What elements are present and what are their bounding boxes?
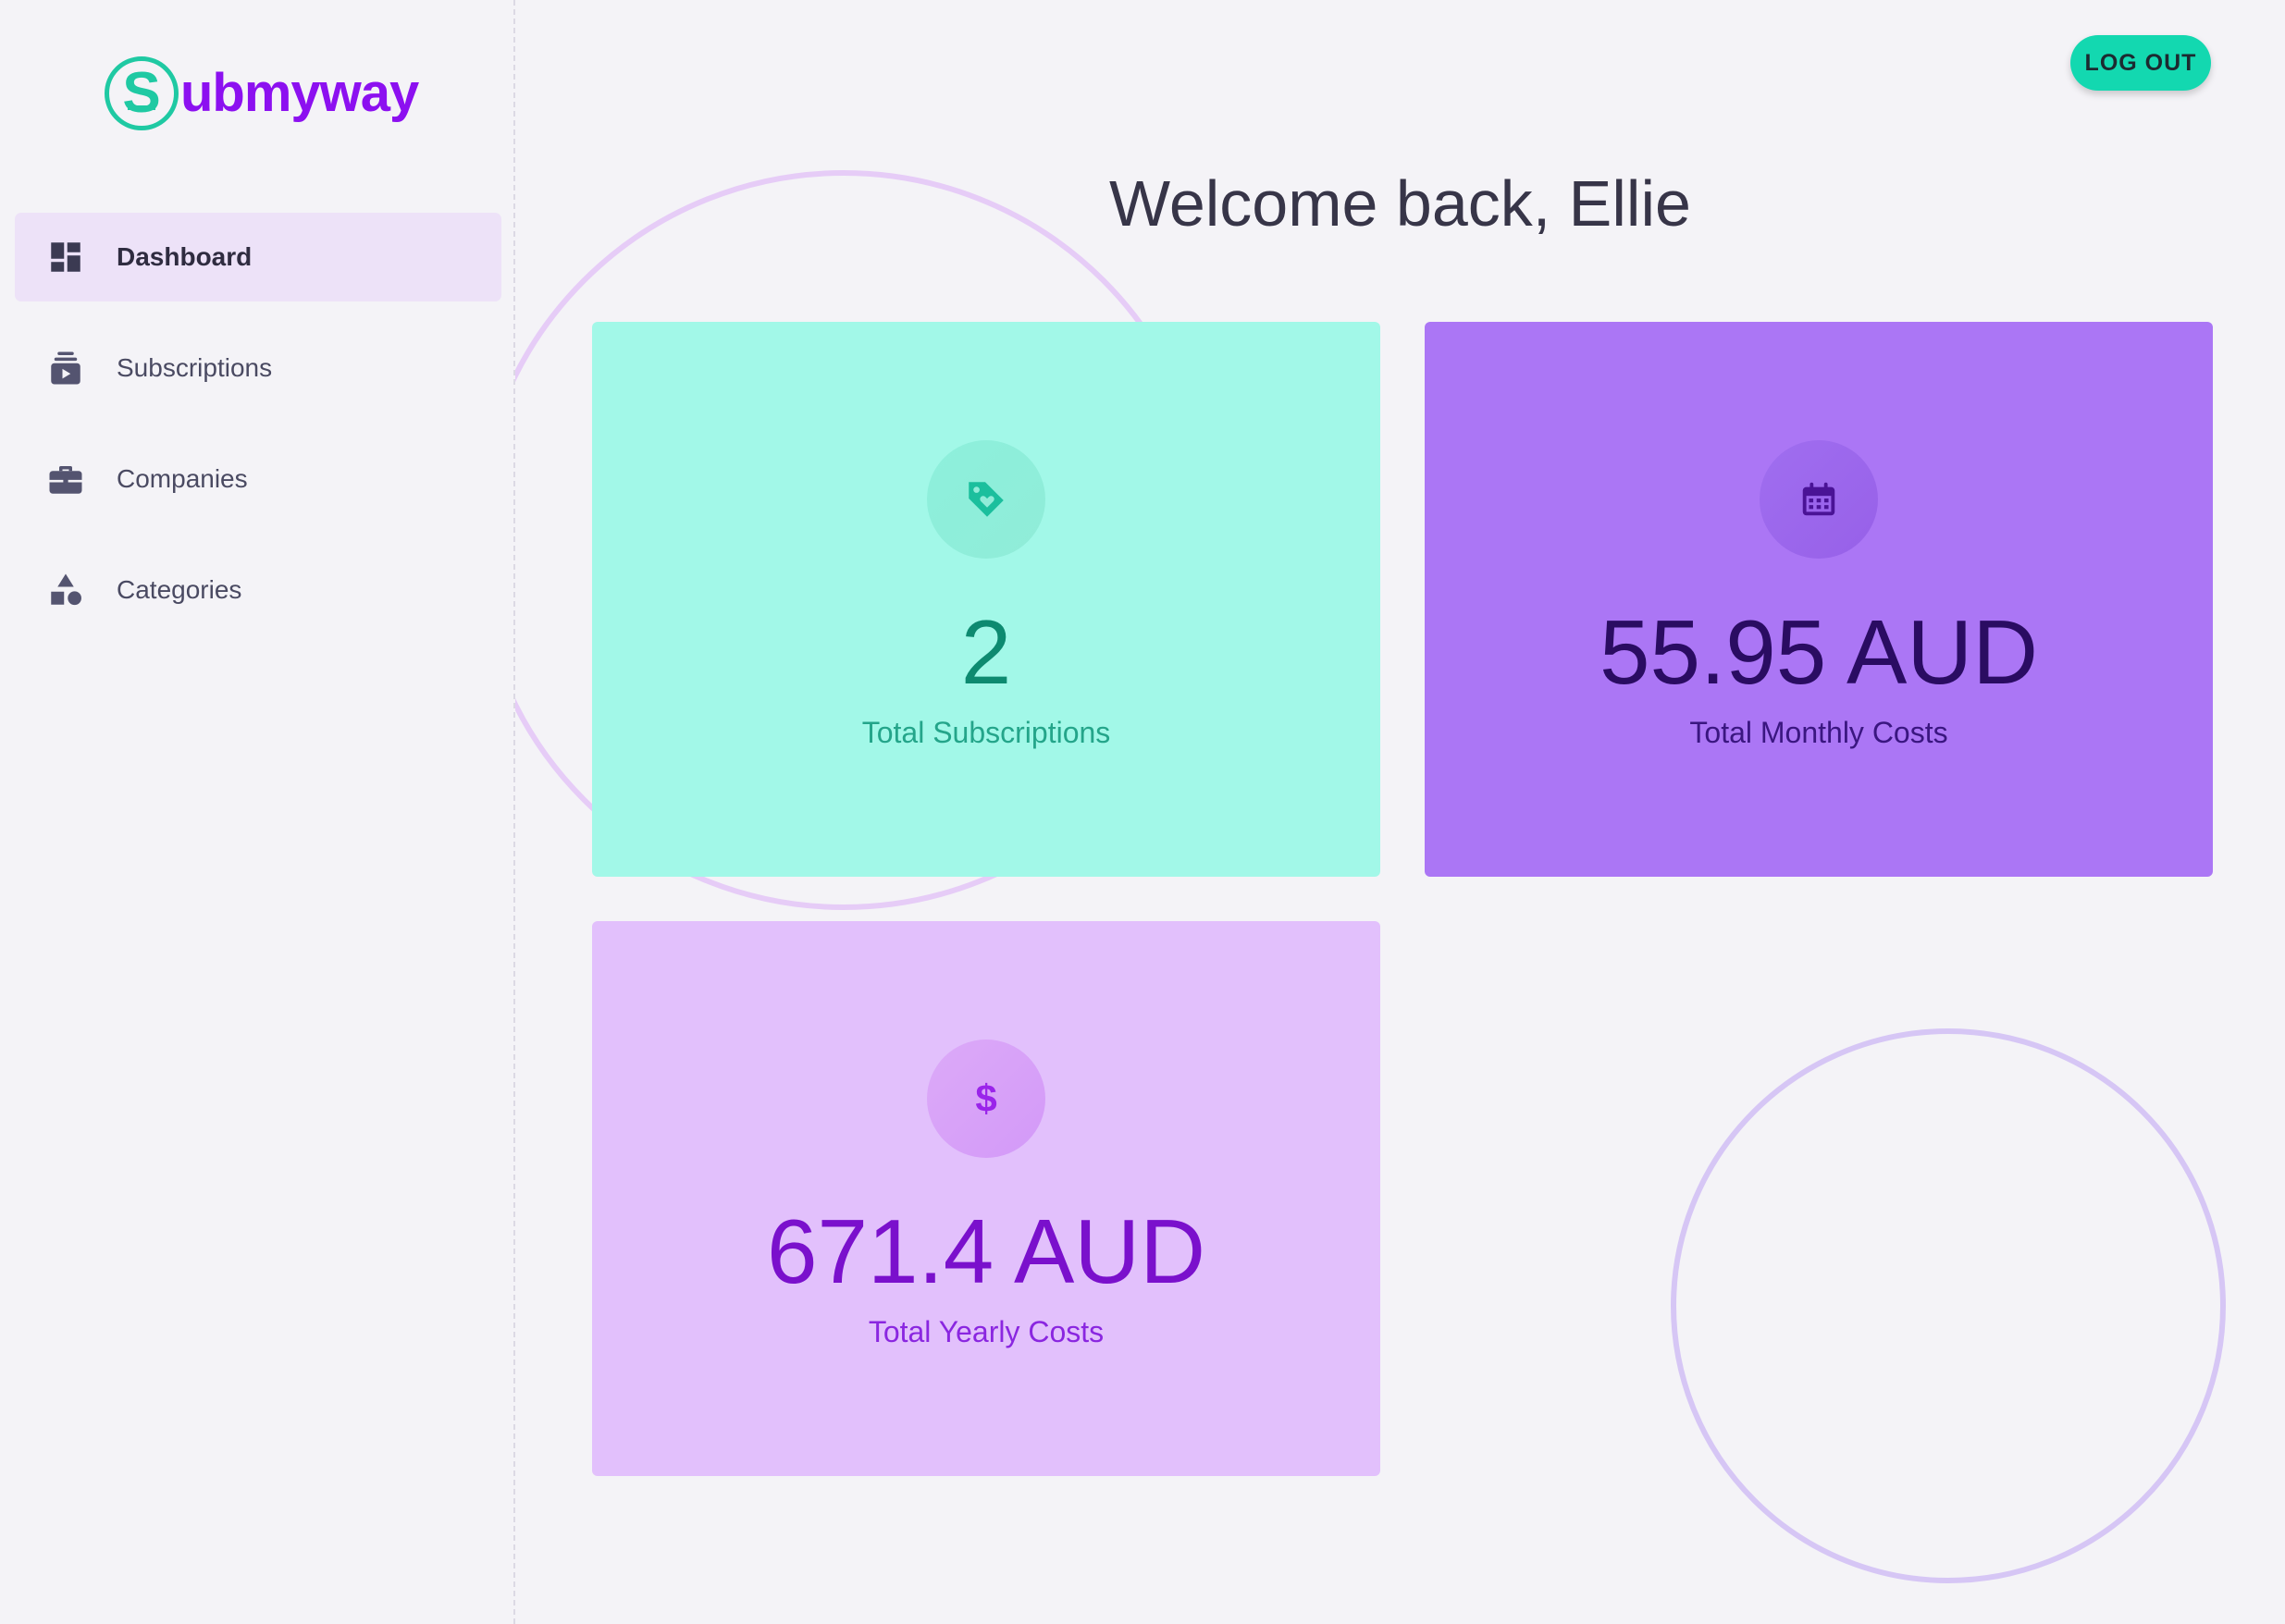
sidebar-item-label: Subscriptions	[117, 353, 273, 382]
calendar-icon	[1760, 440, 1878, 559]
sidebar-nav: Dashboard Subscriptions Companies Catego…	[15, 213, 501, 657]
stat-card-yearly-costs: $ 671.4 AUD Total Yearly Costs	[592, 921, 1380, 1476]
stat-label: Total Subscriptions	[861, 716, 1111, 749]
stat-value: 2	[960, 601, 1012, 703]
shapes-icon	[46, 571, 85, 609]
welcome-heading: Welcome back, Ellie	[1109, 167, 1691, 240]
logo-letter: S	[122, 61, 161, 125]
stat-label: Total Yearly Costs	[868, 1315, 1105, 1348]
stat-label: Total Monthly Costs	[1689, 716, 1948, 749]
stat-card-monthly-costs: 55.95 AUD Total Monthly Costs	[1425, 322, 2213, 877]
dashboard-icon	[46, 238, 85, 277]
subscriptions-icon	[46, 349, 85, 388]
sidebar-item-label: Categories	[117, 575, 242, 604]
app-logo[interactable]: S ubmyway	[105, 52, 419, 135]
sidebar: S ubmyway Dashboard Subscriptions Compan…	[0, 0, 515, 1624]
logo-mark: S	[105, 56, 179, 130]
dollar-glyph: $	[975, 1077, 997, 1120]
tag-heart-icon	[927, 440, 1045, 559]
dollar-icon: $	[927, 1040, 1045, 1158]
stat-value: 671.4 AUD	[767, 1200, 1205, 1302]
sidebar-item-dashboard[interactable]: Dashboard	[15, 213, 501, 301]
sidebar-item-label: Dashboard	[117, 242, 253, 271]
logo-text: ubmyway	[180, 63, 419, 123]
sidebar-item-label: Companies	[117, 464, 248, 493]
stat-value: 55.95 AUD	[1600, 601, 2038, 703]
logout-button[interactable]: LOG OUT	[2070, 35, 2211, 91]
sidebar-item-companies[interactable]: Companies	[15, 435, 501, 523]
briefcase-icon	[46, 460, 85, 498]
decorative-circle-bottom	[1671, 1028, 2226, 1583]
sidebar-item-subscriptions[interactable]: Subscriptions	[15, 324, 501, 412]
sidebar-item-categories[interactable]: Categories	[15, 546, 501, 634]
logo-underline	[128, 105, 155, 110]
stat-card-total-subscriptions: 2 Total Subscriptions	[592, 322, 1380, 877]
